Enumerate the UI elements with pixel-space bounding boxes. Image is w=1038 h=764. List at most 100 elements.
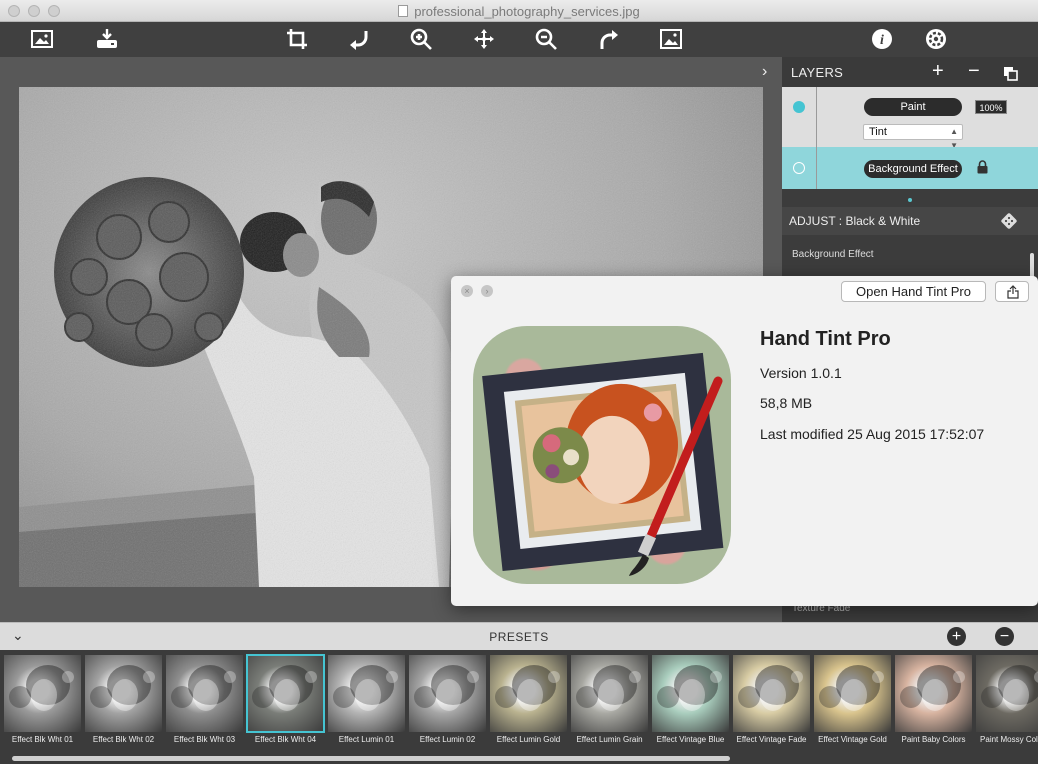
preset-tile[interactable]: Effect Lumin 01 [328,655,405,744]
share-button[interactable] [995,281,1029,302]
preset-thumbnail [652,655,729,732]
window-title: professional_photography_services.jpg [0,4,1038,19]
presets-scrollbar[interactable] [12,756,730,761]
preset-tile[interactable]: Effect Vintage Blue [652,655,729,744]
preset-thumbnail [976,655,1038,732]
save-export-button[interactable] [93,26,121,52]
expand-panel-chevron-icon[interactable]: › [762,63,767,81]
adjust-title: ADJUST : Black & White [789,214,921,228]
preset-tile[interactable]: Effect Vintage Gold [814,655,891,744]
rotate-left-button[interactable] [345,26,373,52]
preset-tile[interactable]: Effect Blk Wht 01 [4,655,81,744]
preset-label: Effect Vintage Gold [818,735,887,744]
preset-tile[interactable]: Effect Lumin Gold [490,655,567,744]
share-icon [1007,285,1019,299]
preset-thumbnail [733,655,810,732]
rotate-left-icon [350,31,368,50]
preset-tile[interactable]: Effect Vintage Fade [733,655,810,744]
layer-opacity[interactable]: 100% [975,100,1007,114]
preset-label: Effect Lumin Gold [496,735,561,744]
fit-image-button[interactable] [657,26,685,52]
preset-thumbnail [571,655,648,732]
settings-button[interactable] [922,26,950,52]
rotate-right-icon [600,30,618,49]
document-icon [398,5,409,17]
preset-label: Effect Vintage Fade [736,735,807,744]
blend-mode-value: Tint [869,126,887,138]
window-title-text: professional_photography_services.jpg [414,4,640,19]
layer-row-background-effect[interactable]: Background Effect [782,147,1038,189]
preset-tile[interactable]: Effect Lumin Grain [571,655,648,744]
open-image-icon [31,30,53,48]
preset-tile[interactable]: Effect Blk Wht 04 [246,654,325,744]
move-icon [474,29,494,49]
preset-label: Effect Lumin Grain [576,735,643,744]
preset-tile[interactable]: Effect Blk Wht 02 [85,655,162,744]
adjust-header: ADJUST : Black & White [782,207,1038,235]
preset-thumbnail [166,655,243,732]
crop-icon [287,29,307,49]
info-popover-button[interactable]: › [481,285,493,297]
adjust-section-label: Background Effect [792,249,874,260]
layer-row-paint[interactable]: Paint 100% Tint ▲ ▼ [782,87,1038,150]
open-image-button[interactable] [28,26,56,52]
svg-text:i: i [880,33,884,48]
crop-button[interactable] [283,26,311,52]
preset-tile[interactable]: Paint Baby Colors [895,655,972,744]
preset-thumbnail [4,655,81,732]
zoom-out-icon [535,28,557,50]
zoom-in-icon [410,28,432,50]
open-app-button[interactable]: Open Hand Tint Pro [841,281,986,302]
app-version: Version 1.0.1 [760,365,842,381]
app-size: 58,8 MB [760,395,813,411]
preset-thumbnail [490,655,567,732]
app-icon [473,326,731,584]
zoom-out-button[interactable] [532,26,560,52]
preset-tile[interactable]: Effect Blk Wht 03 [166,655,243,744]
preset-label: Paint Mossy Colors [980,735,1038,744]
preset-label: Effect Blk Wht 02 [92,735,155,744]
info-icon: i [872,29,892,49]
preset-label: Effect Vintage Blue [656,735,725,744]
presets-title: PRESETS [489,630,549,644]
settings-icon [926,29,946,49]
toolbar: i [0,22,1038,57]
remove-layer-button[interactable]: − [968,61,980,81]
move-button[interactable] [470,26,498,52]
rotate-right-button[interactable] [595,26,623,52]
preset-label: Paint Baby Colors [901,735,966,744]
preset-label: Effect Lumin 01 [338,735,395,744]
add-preset-button[interactable]: + [947,627,966,646]
layer-divider [816,87,817,147]
preset-thumbnail [246,654,325,733]
zoom-in-button[interactable] [407,26,435,52]
add-layer-button[interactable]: + [932,61,944,81]
presets-strip: Paint Mossy Colors Paint Baby Colors Effec… [0,650,1038,764]
layers-header: LAYERS + − [782,57,1038,87]
layer-divider [816,147,817,189]
preset-tile[interactable]: Paint Mossy Colors [976,655,1038,744]
blend-mode-select[interactable]: Tint ▲ ▼ [863,124,963,150]
lock-icon [977,160,988,174]
panel-resize-handle[interactable] [908,198,912,202]
remove-preset-button[interactable]: − [995,627,1014,646]
layer-visibility-toggle[interactable] [793,162,805,174]
preset-thumbnail [85,655,162,732]
preset-thumbnail [814,655,891,732]
preset-label: Effect Blk Wht 03 [173,735,236,744]
title-bar: professional_photography_services.jpg [0,0,1038,22]
app-modified: Last modified 25 Aug 2015 17:52:07 [760,426,985,442]
preset-label: Effect Blk Wht 01 [11,735,74,744]
presets-dice-icon[interactable] [1001,213,1017,229]
close-popover-button[interactable]: × [461,285,473,297]
duplicate-layer-button[interactable] [1004,65,1018,85]
preset-thumbnail [328,655,405,732]
layer-visibility-toggle[interactable] [793,101,805,113]
preset-label: Effect Blk Wht 04 [254,735,317,744]
info-button[interactable]: i [868,26,896,52]
layer-name-background-effect: Background Effect [864,160,962,178]
fit-image-icon [660,29,682,49]
preset-tile[interactable]: Effect Lumin 02 [409,655,486,744]
app-name: Hand Tint Pro [760,328,891,350]
layers-title: LAYERS [791,65,844,80]
